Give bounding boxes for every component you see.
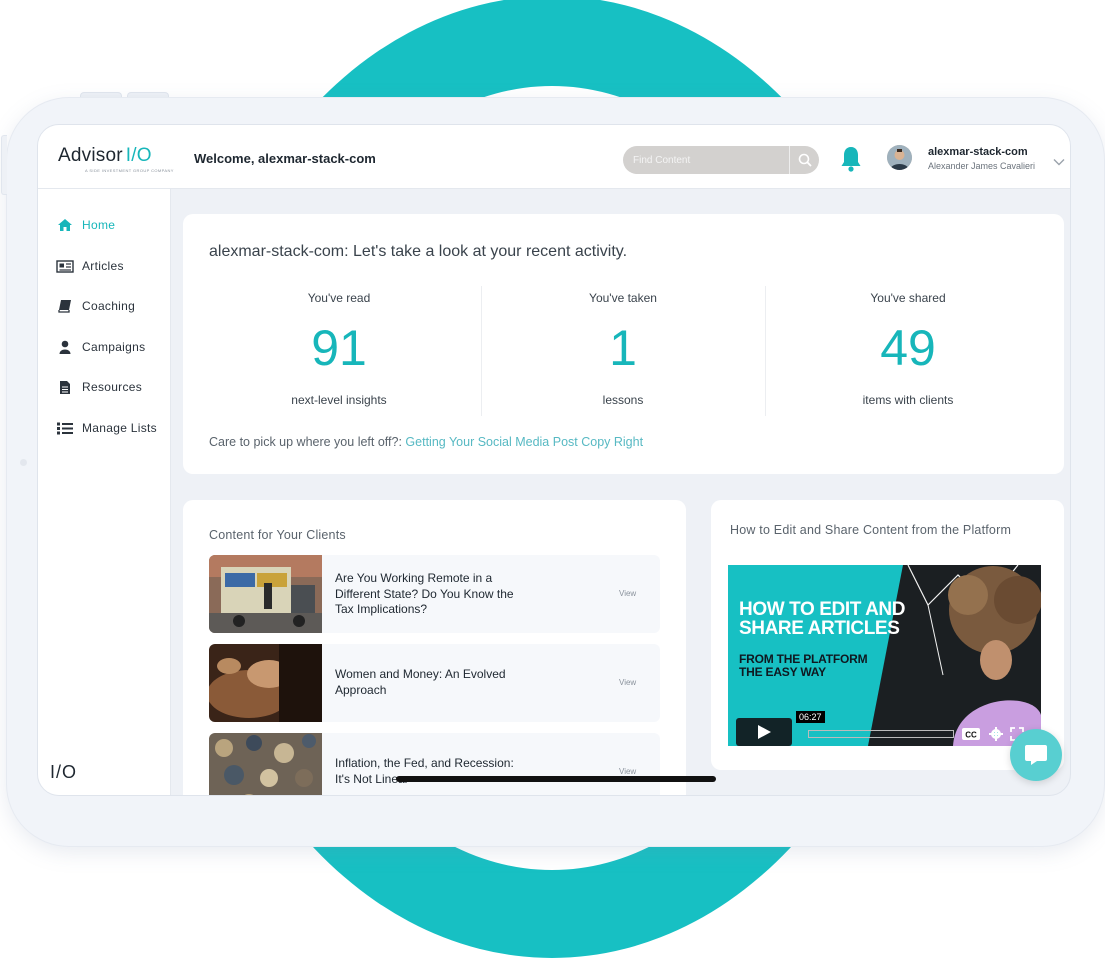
stat-value: 1 xyxy=(609,320,637,376)
avatar-image xyxy=(887,145,912,170)
sidebar-item-label: Home xyxy=(82,218,116,232)
sidebar-item-manage-lists[interactable]: Manage Lists xyxy=(56,418,157,438)
resume-link[interactable]: Getting Your Social Media Post Copy Righ… xyxy=(405,435,643,449)
newspaper-icon xyxy=(56,259,74,273)
video-headline-line: SHARE ARTICLES xyxy=(739,618,900,639)
home-icon xyxy=(56,218,74,232)
play-button[interactable] xyxy=(736,718,792,746)
advisor-io-logo[interactable]: Advisor I/O xyxy=(58,145,152,167)
stat-label: You've taken xyxy=(589,291,657,305)
article-thumbnail xyxy=(209,555,322,633)
stat-label: You've shared xyxy=(870,291,946,305)
search-input[interactable] xyxy=(623,146,788,174)
video-subheadline-line: THE EASY WAY xyxy=(739,665,826,679)
list-icon xyxy=(56,421,74,435)
sidebar-item-label: Manage Lists xyxy=(82,421,157,435)
marketing-stage: Advisor I/O A SIDE INVESTMENT GROUP COMPA… xyxy=(0,0,1105,961)
sidebar-item-home[interactable]: Home xyxy=(56,215,115,235)
bell-icon xyxy=(841,147,861,172)
resume-prefix: Care to pick up where you left off?: xyxy=(209,435,402,449)
article-title: Women and Money: An Evolved Approach xyxy=(335,667,506,697)
user-handle[interactable]: alexmar-stack-com xyxy=(928,146,1028,158)
stat-label: You've read xyxy=(307,291,371,305)
captions-label: CC xyxy=(965,731,977,740)
tutorial-video-card: How to Edit and Share Content from the P… xyxy=(711,500,1064,770)
file-icon xyxy=(56,380,74,394)
activity-card: alexmar-stack-com: Let's take a look at … xyxy=(183,214,1064,474)
logo-io: I/O xyxy=(125,145,152,166)
sidebar-item-label: Campaigns xyxy=(82,340,146,354)
article-thumbnail xyxy=(209,733,322,795)
play-icon xyxy=(758,725,771,739)
video-subheadline: FROM THE PLATFORM THE EASY WAY xyxy=(739,653,868,679)
resume-prompt: Care to pick up where you left off?: Get… xyxy=(209,435,643,449)
user-icon xyxy=(56,340,74,354)
user-avatar[interactable] xyxy=(887,145,912,170)
stat-read: You've read 91 next-level insights xyxy=(197,286,481,416)
article-item[interactable]: Inflation, the Fed, and Recession: It's … xyxy=(209,733,660,795)
chevron-down-icon xyxy=(1053,159,1065,166)
stat-caption: items with clients xyxy=(862,393,954,407)
search-bar xyxy=(623,146,819,174)
sidebar-item-resources[interactable]: Resources xyxy=(56,377,142,397)
notifications-button[interactable] xyxy=(840,145,862,173)
io-footer-mark: I/O xyxy=(50,762,78,782)
activity-title: alexmar-stack-com: Let's take a look at … xyxy=(209,243,628,260)
article-view-link[interactable]: View xyxy=(619,767,636,776)
sidebar-item-campaigns[interactable]: Campaigns xyxy=(56,337,145,357)
stat-caption: lessons xyxy=(602,393,644,407)
article-view-link[interactable]: View xyxy=(619,678,636,687)
top-bar: Advisor I/O A SIDE INVESTMENT GROUP COMPA… xyxy=(38,125,1070,189)
user-fullname: Alexander James Cavalieri xyxy=(928,161,1036,171)
video-headline: HOW TO EDIT AND SHARE ARTICLES xyxy=(739,600,905,638)
welcome-message: Welcome, alexmar-stack-com xyxy=(194,151,376,166)
client-content-title: Content for Your Clients xyxy=(209,528,346,542)
article-title: Inflation, the Fed, and Recession: It's … xyxy=(335,756,514,786)
gear-icon[interactable] xyxy=(989,727,1003,741)
article-item[interactable]: Women and Money: An Evolved Approach Vie… xyxy=(209,644,660,722)
video-player[interactable]: HOW TO EDIT AND SHARE ARTICLES FROM THE … xyxy=(728,565,1041,746)
stat-taken: You've taken 1 lessons xyxy=(481,286,765,416)
article-thumbnail xyxy=(209,644,322,722)
article-title: Are You Working Remote in a Different St… xyxy=(335,571,514,616)
sidebar-item-label: Articles xyxy=(82,259,124,273)
chat-bubble-icon xyxy=(1025,745,1047,765)
app-screen: Advisor I/O A SIDE INVESTMENT GROUP COMPA… xyxy=(37,124,1071,796)
home-indicator xyxy=(396,776,716,782)
stat-shared: You've shared 49 items with clients xyxy=(766,286,1050,416)
logo-text: Advisor xyxy=(58,145,123,166)
video-headline-line: HOW TO EDIT AND xyxy=(739,599,906,620)
chat-button[interactable] xyxy=(1010,729,1062,781)
sidebar-item-label: Coaching xyxy=(82,299,136,313)
sidebar-item-coaching[interactable]: Coaching xyxy=(56,296,135,316)
tablet-camera xyxy=(20,459,27,466)
sidebar: Home Articles Coaching Campaigns Resourc… xyxy=(38,189,171,795)
video-duration: 06:27 xyxy=(796,711,825,723)
stat-value: 91 xyxy=(311,320,367,376)
tablet-side-button xyxy=(1,135,7,195)
search-button[interactable] xyxy=(789,146,819,174)
video-progress-bar[interactable] xyxy=(808,730,954,738)
book-icon xyxy=(56,299,74,313)
account-menu-toggle[interactable] xyxy=(1053,153,1065,166)
sidebar-item-articles[interactable]: Articles xyxy=(56,256,124,276)
stat-value: 49 xyxy=(880,320,936,376)
sidebar-item-label: Resources xyxy=(82,380,143,394)
logo-subtitle: A SIDE INVESTMENT GROUP COMPANY xyxy=(85,168,174,173)
client-content-card: Content for Your Clients Are You Working… xyxy=(183,500,686,795)
video-controls: 06:27 CC xyxy=(728,711,1041,746)
article-view-link[interactable]: View xyxy=(619,589,636,598)
video-title: How to Edit and Share Content from the P… xyxy=(730,523,1012,537)
stat-caption: next-level insights xyxy=(291,393,387,407)
article-item[interactable]: Are You Working Remote in a Different St… xyxy=(209,555,660,633)
search-icon xyxy=(798,153,812,167)
captions-icon[interactable]: CC xyxy=(961,727,981,741)
